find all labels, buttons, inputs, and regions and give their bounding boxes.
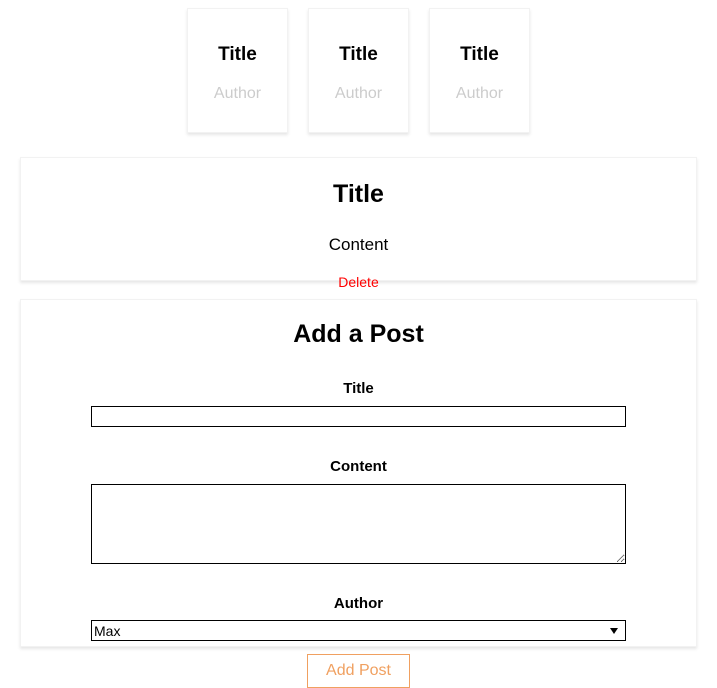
post-card-title: Title [460,44,499,65]
selected-post-panel: Title Content Delete [20,157,697,289]
selected-post-title: Title [333,180,384,208]
author-select[interactable]: Max [91,620,626,641]
post-card[interactable]: Title Author [429,8,530,133]
delete-post-button[interactable]: Delete [338,275,378,289]
content-field-label: Content [330,458,387,475]
add-post-form-panel: Add a Post Title Content Author Max Add … [20,299,697,688]
author-field-label: Author [333,595,384,612]
post-card-title: Title [339,44,378,65]
author-select-wrapper: Max [91,620,626,641]
form-actions: Add Post [21,654,696,688]
add-post-button[interactable]: Add Post [307,654,410,688]
post-card-list: Title Author Title Author Title Author [0,0,717,133]
title-field-label: Title [343,380,374,397]
post-card-author: Author [213,85,262,102]
post-card[interactable]: Title Author [187,8,288,133]
post-card-author: Author [455,85,504,102]
post-card-author: Author [334,85,383,102]
add-post-heading: Add a Post [293,320,424,348]
selected-post-content: Content [328,235,389,254]
post-card-title: Title [218,44,257,65]
content-textarea[interactable] [91,484,626,564]
post-card[interactable]: Title Author [308,8,409,133]
title-input[interactable] [91,406,626,427]
